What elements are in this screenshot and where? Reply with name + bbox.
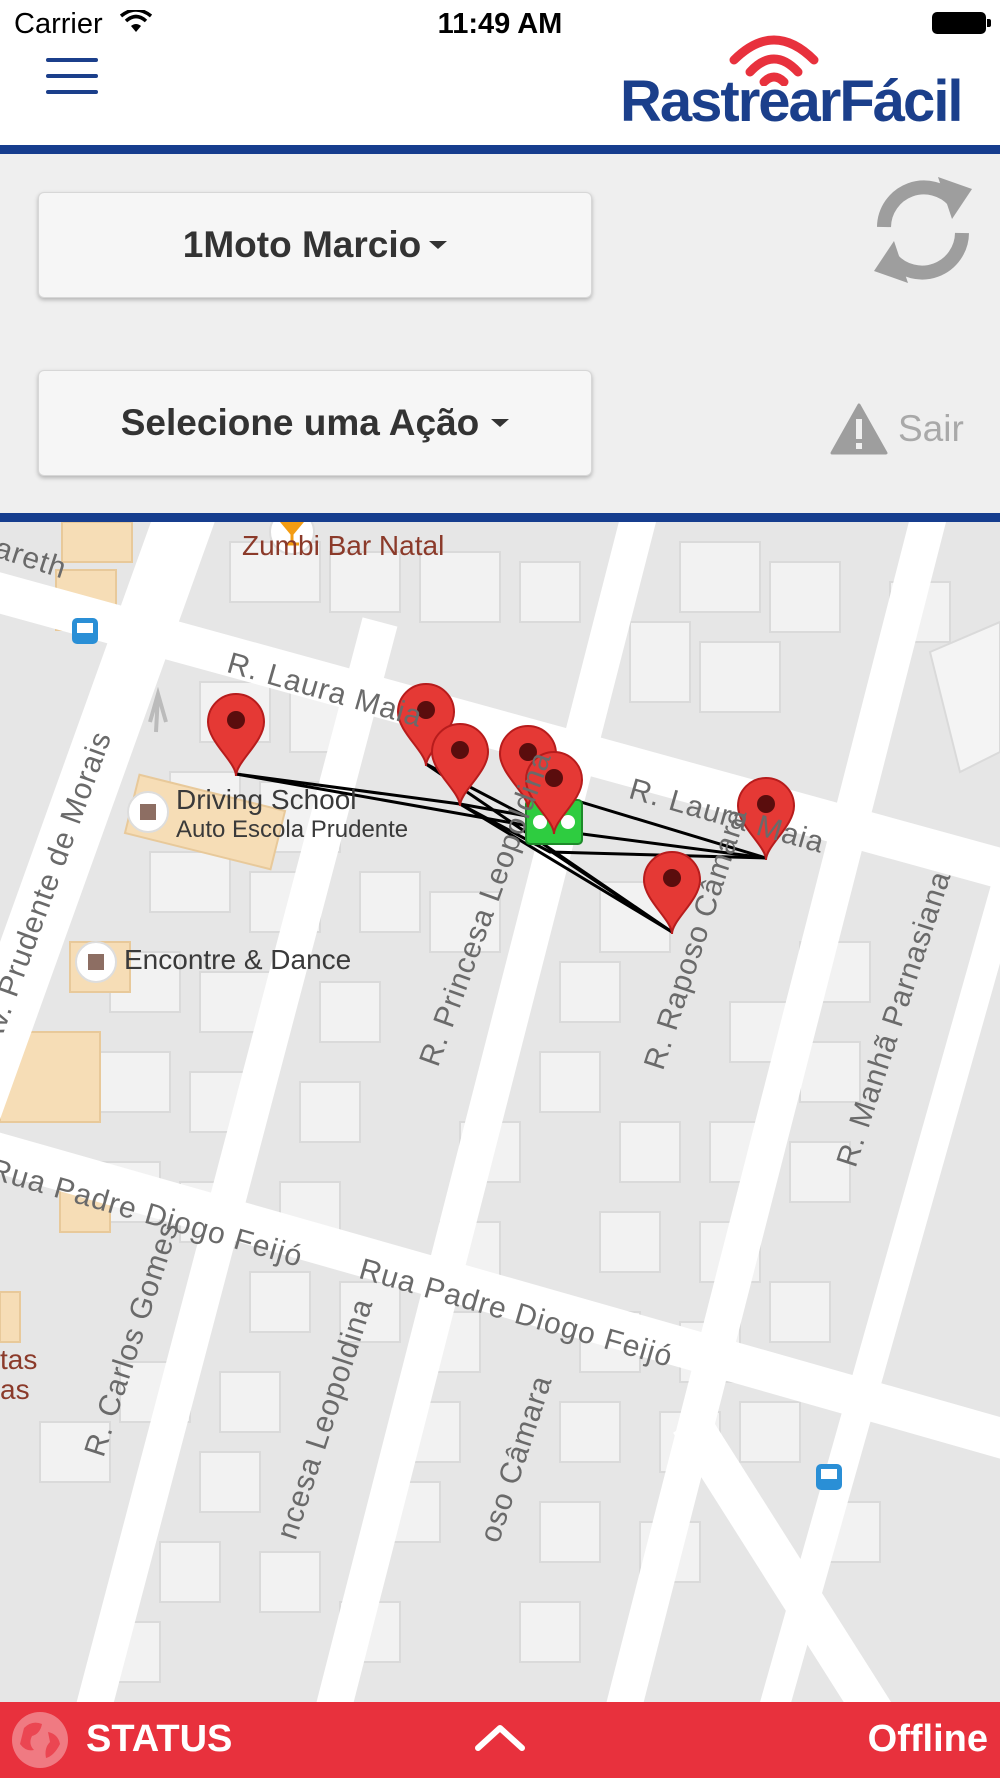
bus-stop-icon [816, 1464, 842, 1490]
app-header: RastrearFácil [0, 35, 1000, 145]
action-dropdown-label: Selecione uma Ação [120, 402, 480, 443]
ios-status-bar: Carrier 11:49 AM [0, 0, 1000, 50]
chevron-up-icon[interactable] [474, 1722, 526, 1752]
map-label-poi: Driving School [176, 784, 357, 815]
vehicle-dropdown[interactable]: 1Moto Marcio [38, 192, 592, 298]
map-label-poi: Auto Escola Prudente [176, 816, 409, 843]
controls-panel: 1Moto Marcio Selecione uma Ação Sair [0, 154, 1000, 513]
header-divider [0, 145, 1000, 154]
menu-icon[interactable] [46, 58, 98, 98]
map-label-poi: Zumbi Bar Natal [242, 530, 445, 561]
clock: 11:49 AM [437, 8, 563, 40]
controls-divider [0, 513, 1000, 522]
logout-button[interactable]: Sair [830, 399, 970, 459]
status-bar-bottom[interactable]: STATUS Offline [0, 1702, 1000, 1778]
brand-logo: RastrearFácil [620, 35, 964, 145]
connection-status: Offline [867, 1718, 988, 1760]
caret-down-icon [429, 241, 448, 249]
logout-label: Sair [898, 408, 964, 449]
status-label: STATUS [86, 1718, 233, 1760]
action-dropdown[interactable]: Selecione uma Ação [38, 370, 592, 476]
map-label-poi: tas [0, 1344, 38, 1375]
map-view[interactable]: Zumbi Bar Natal areth R. Laura Maia R. L… [0, 522, 1000, 1702]
logo-text: RastrearFácil [620, 69, 964, 134]
caret-down-icon [491, 419, 510, 427]
map-label-poi: Encontre & Dance [124, 944, 352, 975]
bus-stop-icon [72, 618, 98, 644]
map-label-poi: as [0, 1374, 30, 1405]
warning-icon [830, 403, 888, 455]
battery-icon [932, 12, 991, 34]
vehicle-dropdown-label: 1Moto Marcio [182, 224, 422, 265]
refresh-icon[interactable] [868, 171, 978, 289]
globe-icon [12, 1712, 68, 1768]
